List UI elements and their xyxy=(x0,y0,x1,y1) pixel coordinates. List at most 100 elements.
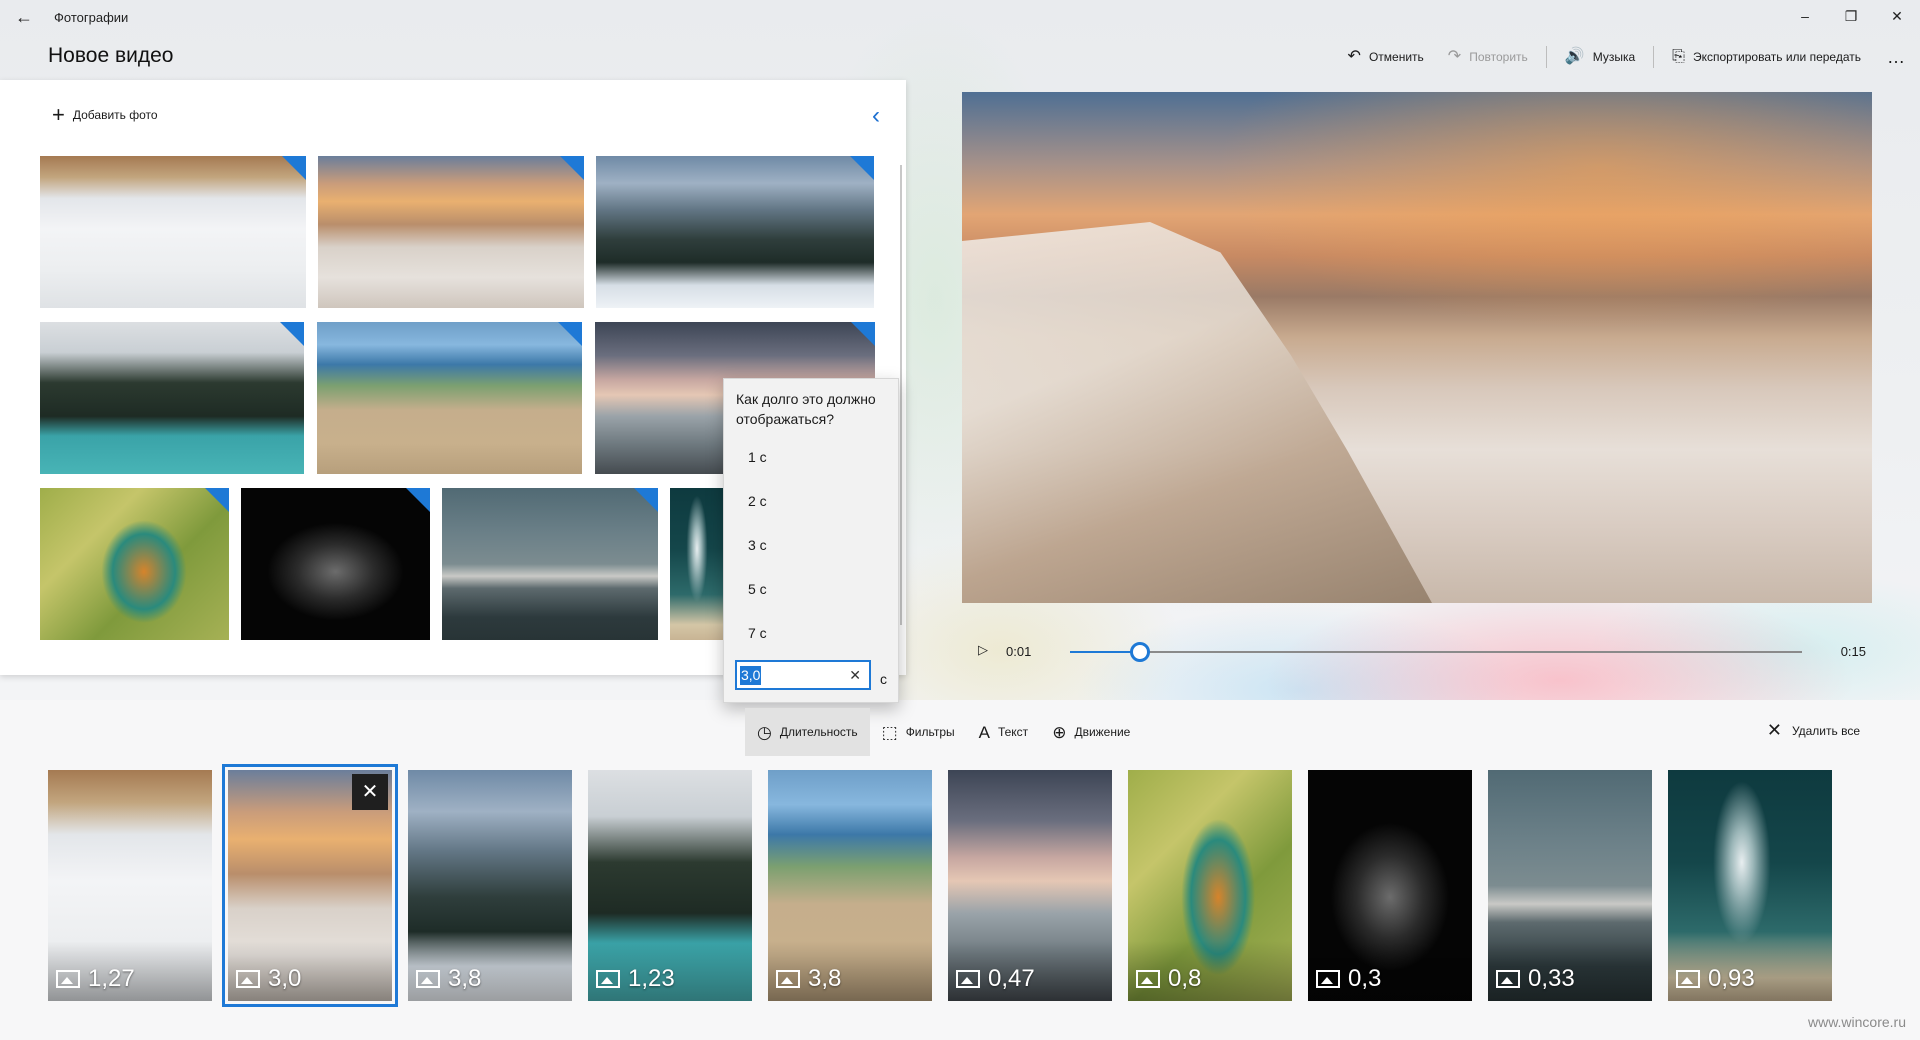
image-icon xyxy=(1136,970,1160,988)
filters-button[interactable]: ⬚ Фильтры xyxy=(870,708,967,756)
storyboard-card[interactable]: 0,3 xyxy=(1308,770,1472,1001)
redo-label: Повторить xyxy=(1469,50,1528,64)
storyboard-card-selected[interactable]: ✕ 3,0 xyxy=(222,764,398,1007)
library-thumbnail[interactable] xyxy=(40,156,306,308)
text-button[interactable]: A Текст xyxy=(967,708,1041,756)
card-duration-value: 3,8 xyxy=(808,965,842,992)
storyboard-card[interactable]: 3,8 xyxy=(408,770,572,1001)
library-thumbnail[interactable] xyxy=(318,156,584,308)
motion-button[interactable]: ⊕ Движение xyxy=(1040,708,1142,756)
card-duration-value: 0,8 xyxy=(1168,965,1202,992)
export-icon: ⎘ xyxy=(1672,48,1685,65)
seek-handle[interactable] xyxy=(1129,642,1150,662)
redo-icon: ↷ xyxy=(1447,48,1462,65)
duration-button[interactable]: ◷ Длительность xyxy=(745,708,870,756)
library-scrollbar[interactable] xyxy=(900,165,902,625)
library-thumbnail[interactable] xyxy=(40,322,304,474)
brush-icon: ⬚ xyxy=(881,722,898,742)
seek-bar[interactable] xyxy=(1070,642,1802,662)
maximize-button[interactable]: ❐ xyxy=(1828,0,1874,32)
export-label: Экспортировать или передать xyxy=(1692,50,1861,64)
motion-icon: ⊕ xyxy=(1052,722,1067,742)
image-icon xyxy=(1496,970,1520,988)
text-label: Текст xyxy=(997,725,1029,739)
more-options-button[interactable]: … xyxy=(1873,44,1920,70)
clock-icon: ◷ xyxy=(757,722,772,742)
delete-all-button[interactable]: ✕ Удалить все xyxy=(1767,720,1860,741)
storyboard-card[interactable]: 3,8 xyxy=(768,770,932,1001)
motion-label: Движение xyxy=(1074,725,1131,739)
storyboard-card[interactable]: 0,33 xyxy=(1488,770,1652,1001)
storyboard-card[interactable]: 0,8 xyxy=(1128,770,1292,1001)
card-duration-value: 0,93 xyxy=(1708,965,1755,992)
card-duration: 0,33 xyxy=(1496,965,1575,993)
current-time: 0:01 xyxy=(1006,644,1032,659)
duration-input[interactable]: 3,0 ✕ xyxy=(735,660,871,690)
card-duration: 3,8 xyxy=(776,965,841,993)
music-button[interactable]: 🔊 Музыка xyxy=(1553,44,1647,70)
back-button[interactable]: ← xyxy=(10,4,38,30)
card-duration-value: 3,8 xyxy=(448,965,482,992)
image-icon xyxy=(416,970,440,988)
card-duration-value: 0,3 xyxy=(1348,965,1382,992)
duration-unit: с xyxy=(880,671,887,687)
card-duration: 3,0 xyxy=(236,965,301,993)
card-duration: 3,8 xyxy=(416,965,481,993)
duration-option[interactable]: 7 с xyxy=(724,611,900,655)
used-marker-icon xyxy=(560,156,584,180)
image-icon xyxy=(1676,970,1700,988)
export-button[interactable]: ⎘ Экспортировать или передать xyxy=(1660,44,1873,70)
library-thumbnail[interactable] xyxy=(241,488,430,640)
used-marker-icon xyxy=(558,322,582,346)
duration-option[interactable]: 5 с xyxy=(724,567,900,611)
play-button[interactable]: ▷ xyxy=(978,642,988,658)
speaker-icon: 🔊 xyxy=(1564,48,1585,65)
storyboard-toolbar: ◷ Длительность ⬚ Фильтры A Текст ⊕ Движе… xyxy=(745,708,1142,756)
used-marker-icon xyxy=(406,488,430,512)
close-icon: ✕ xyxy=(1766,720,1782,740)
library-thumbnail[interactable] xyxy=(670,488,730,640)
card-duration: 0,3 xyxy=(1316,965,1381,993)
duration-question: Как долго это должно отображаться? xyxy=(736,391,876,427)
duration-option[interactable]: 2 с xyxy=(724,479,900,523)
storyboard-card[interactable]: 1,27 xyxy=(48,770,212,1001)
used-marker-icon xyxy=(850,156,874,180)
add-photo-label: Добавить фото xyxy=(72,108,158,122)
clear-icon[interactable]: ✕ xyxy=(849,667,861,684)
redo-button[interactable]: ↷ Повторить xyxy=(1436,44,1540,70)
add-photo-button[interactable]: + Добавить фото xyxy=(52,104,158,126)
library-thumbnail[interactable] xyxy=(317,322,582,474)
card-duration: 0,47 xyxy=(956,965,1035,993)
close-window-button[interactable]: ✕ xyxy=(1874,0,1920,32)
delete-all-label: Удалить все xyxy=(1791,723,1860,738)
used-marker-icon xyxy=(205,488,229,512)
duration-option[interactable]: 3 с xyxy=(724,523,900,567)
app-title: Фотографии xyxy=(54,10,129,25)
separator xyxy=(1545,46,1547,68)
library-thumbnail[interactable] xyxy=(40,488,229,640)
library-thumbnail[interactable] xyxy=(442,488,658,640)
video-preview xyxy=(962,92,1872,603)
storyboard-card[interactable]: 0,47 xyxy=(948,770,1112,1001)
image-icon xyxy=(1316,970,1340,988)
image-icon xyxy=(956,970,980,988)
collapse-library-button[interactable]: ‹ xyxy=(872,102,880,130)
remove-card-button[interactable]: ✕ xyxy=(352,774,388,810)
image-icon xyxy=(776,970,800,988)
storyboard-card[interactable]: 1,23 xyxy=(588,770,752,1001)
duration-label: Длительность xyxy=(779,725,858,739)
card-duration-value: 1,27 xyxy=(88,965,135,992)
library-thumbnail[interactable] xyxy=(596,156,874,308)
card-duration: 0,93 xyxy=(1676,965,1755,993)
card-duration-value: 0,47 xyxy=(988,965,1035,992)
storyboard-card[interactable]: 0,93 xyxy=(1668,770,1832,1001)
duration-option[interactable]: 1 с xyxy=(724,435,900,479)
card-duration-value: 3,0 xyxy=(268,965,302,992)
window-controls: – ❐ ✕ xyxy=(1782,0,1920,32)
music-label: Музыка xyxy=(1592,50,1636,64)
minimize-button[interactable]: – xyxy=(1782,0,1828,32)
card-duration-value: 1,23 xyxy=(628,965,675,992)
undo-button[interactable]: ↶ Отменить xyxy=(1336,44,1436,70)
command-bar: ↶ Отменить ↷ Повторить 🔊 Музыка ⎘ Экспор… xyxy=(1336,44,1920,70)
filters-label: Фильтры xyxy=(905,725,955,739)
